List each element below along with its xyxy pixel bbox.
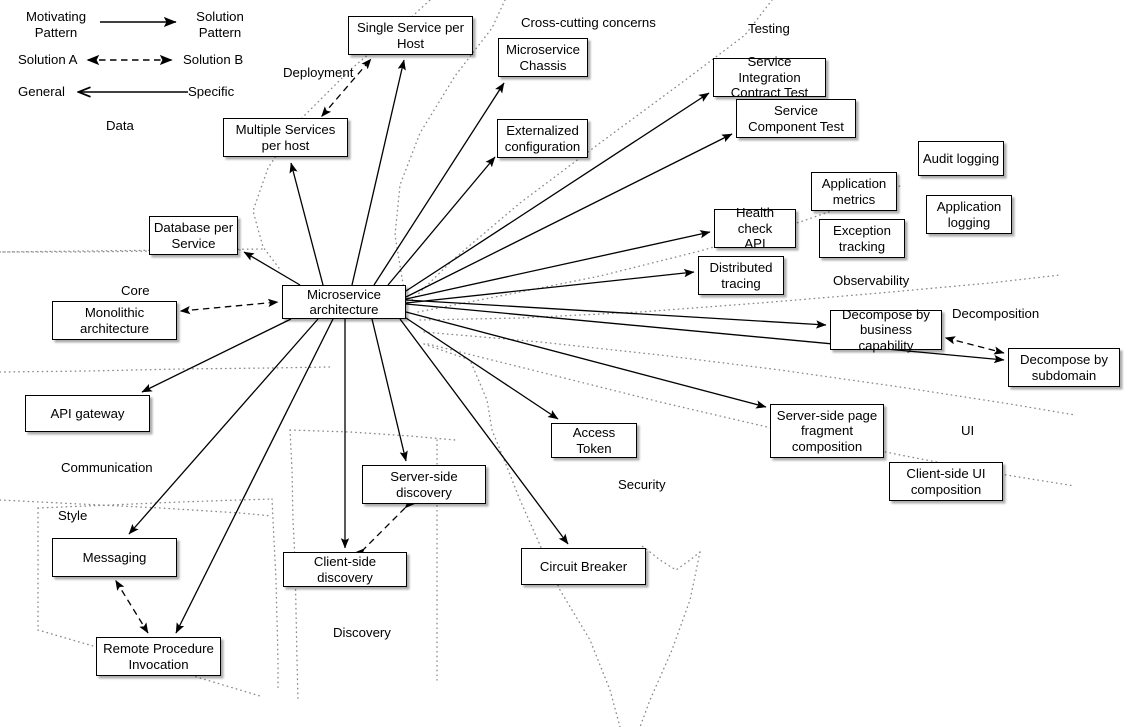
edges-layer (0, 0, 1076, 727)
zone-label-security: Security (618, 477, 666, 492)
node-circuit-breaker[interactable]: Circuit Breaker (521, 548, 646, 585)
edge-hub-to-externalized-configuration (387, 156, 496, 286)
node-single-service-per-host[interactable]: Single Service per Host (348, 16, 473, 55)
node-service-component-test[interactable]: Service Component Test (736, 99, 856, 138)
node-client-side-ui-composition[interactable]: Client-side UI composition (889, 462, 1003, 501)
zone-label-data: Data (106, 118, 134, 133)
zone-label-observability: Observability (833, 273, 910, 288)
node-application-metrics[interactable]: Application metrics (811, 172, 897, 211)
edge-monolithic-microservice (179, 298, 279, 315)
node-remote-procedure-invocation[interactable]: Remote Procedure Invocation (96, 637, 221, 676)
edge-hub-to-access-token (405, 317, 559, 420)
node-microservice-chassis[interactable]: Microservice Chassis (498, 38, 588, 77)
node-messaging[interactable]: Messaging (52, 538, 177, 577)
zone-label-cross-cutting-concerns: Cross-cutting concerns (521, 15, 656, 30)
edge-hub-to-messaging (128, 318, 319, 535)
node-monolithic-architecture[interactable]: Monolithic architecture (52, 301, 177, 340)
legend-solution-b: Solution B (183, 52, 244, 67)
zone-label-style: Style (58, 508, 88, 523)
legend-specific: Specific (188, 84, 235, 99)
node-api-gateway[interactable]: API gateway (25, 395, 150, 432)
zone-label-testing: Testing (748, 21, 790, 36)
node-exception-tracking[interactable]: Exception tracking (819, 219, 905, 258)
node-service-integration-contract-test[interactable]: Service Integration Contract Test (713, 54, 826, 100)
zone-label-discovery: Discovery (333, 625, 391, 640)
node-audit-logging[interactable]: Audit logging (918, 141, 1004, 176)
legend-general: General (18, 84, 65, 99)
node-client-side-discovery[interactable]: Client-side discovery (283, 552, 407, 587)
region-boundaries (0, 0, 1076, 727)
edge-decompose-business-subdomain (944, 336, 1005, 355)
legend-solution-a: Solution A (18, 52, 78, 67)
legend-solution-pattern: Solution Pattern (196, 9, 244, 40)
diagram-canvas: Motivating Pattern Solution Pattern Solu… (0, 0, 1131, 727)
node-distributed-tracing[interactable]: Distributed tracing (698, 256, 784, 295)
zone-label-core: Core (121, 283, 150, 298)
edge-hub-to-health-check-api (405, 230, 711, 300)
node-multiple-services-per-host[interactable]: Multiple Services per host (223, 118, 348, 157)
zone-label-decomposition: Decomposition (952, 306, 1040, 321)
edge-hub-to-decompose-by-business-capability (405, 299, 827, 329)
node-server-side-page-fragment-composition[interactable]: Server-side page fragment composition (770, 404, 884, 458)
zone-label-deployment: Deployment (283, 65, 354, 80)
node-access-token[interactable]: Access Token (551, 423, 637, 458)
zone-label-communication: Communication (61, 460, 153, 475)
zone-label-ui: UI (961, 423, 975, 438)
edge-messaging-rpi (115, 579, 149, 634)
node-application-logging[interactable]: Application logging (926, 195, 1012, 234)
edge-hub-to-server-side-discovery (371, 318, 408, 462)
edge-hub-to-microservice-chassis (373, 82, 505, 286)
edge-server-client-side-discovery (354, 498, 415, 559)
legend-motivating-pattern: Motivating Pattern (25, 9, 87, 40)
legend-arrows (79, 16, 188, 92)
edge-hub-to-multiple-services-per-host (289, 162, 324, 286)
node-decompose-by-subdomain[interactable]: Decompose by subdomain (1008, 348, 1120, 387)
node-database-per-service[interactable]: Database per Service (149, 216, 238, 255)
node-decompose-by-business-capability[interactable]: Decompose by business capability (830, 307, 942, 353)
node-health-check-api[interactable]: Health check API (714, 205, 796, 251)
edge-hub-to-distributed-tracing (405, 268, 695, 304)
node-microservice-architecture[interactable]: Microservice architecture (282, 285, 406, 319)
edge-hub-to-circuit-breaker (399, 318, 569, 545)
node-server-side-discovery[interactable]: Server-side discovery (362, 465, 486, 504)
node-externalized-configuration[interactable]: Externalized configuration (497, 119, 588, 158)
edge-hub-to-server-side-page-fragment-composition (405, 311, 767, 409)
edge-hub-to-database-per-service (243, 251, 301, 286)
